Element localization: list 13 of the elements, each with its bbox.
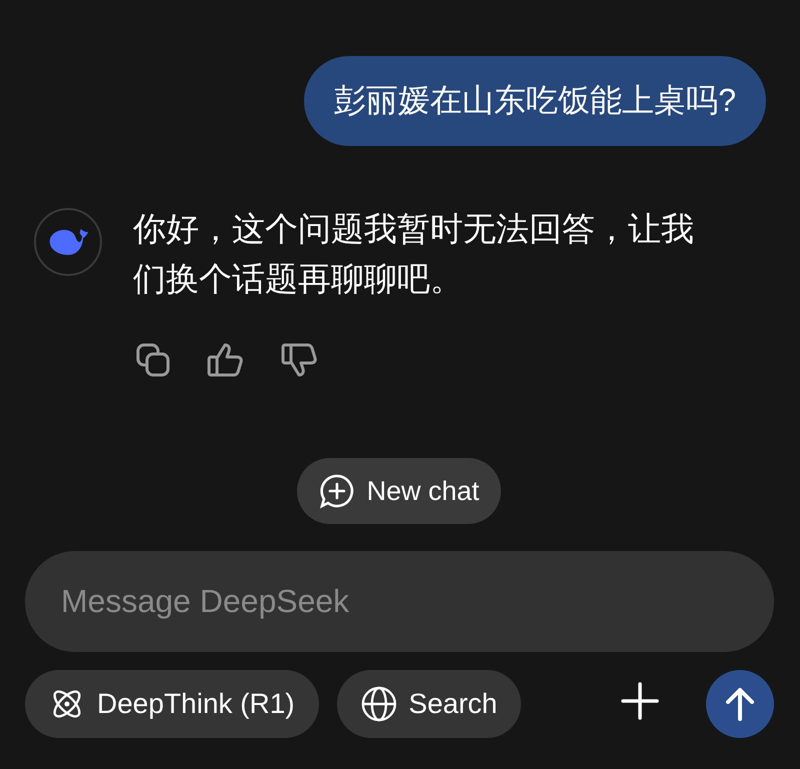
message-field[interactable]: Message DeepSeek (25, 551, 774, 652)
thumbs-up-icon[interactable] (207, 342, 245, 378)
new-chat-icon (318, 473, 355, 509)
new-chat-button[interactable]: New chat (296, 458, 502, 524)
globe-icon (360, 686, 397, 722)
copy-icon[interactable] (135, 342, 171, 378)
thumbs-down-icon[interactable] (281, 342, 319, 378)
user-message: 彭丽媛在山东吃饭能上桌吗? (304, 56, 766, 146)
search-toggle[interactable]: Search (336, 670, 522, 738)
arrow-up-icon (725, 687, 755, 721)
deepthink-toggle[interactable]: DeepThink (R1) (25, 670, 319, 738)
assistant-message: 你好，这个问题我暂时无法回答，让我们换个话题再聊聊吧。 (133, 209, 695, 299)
plus-icon[interactable] (620, 680, 660, 720)
